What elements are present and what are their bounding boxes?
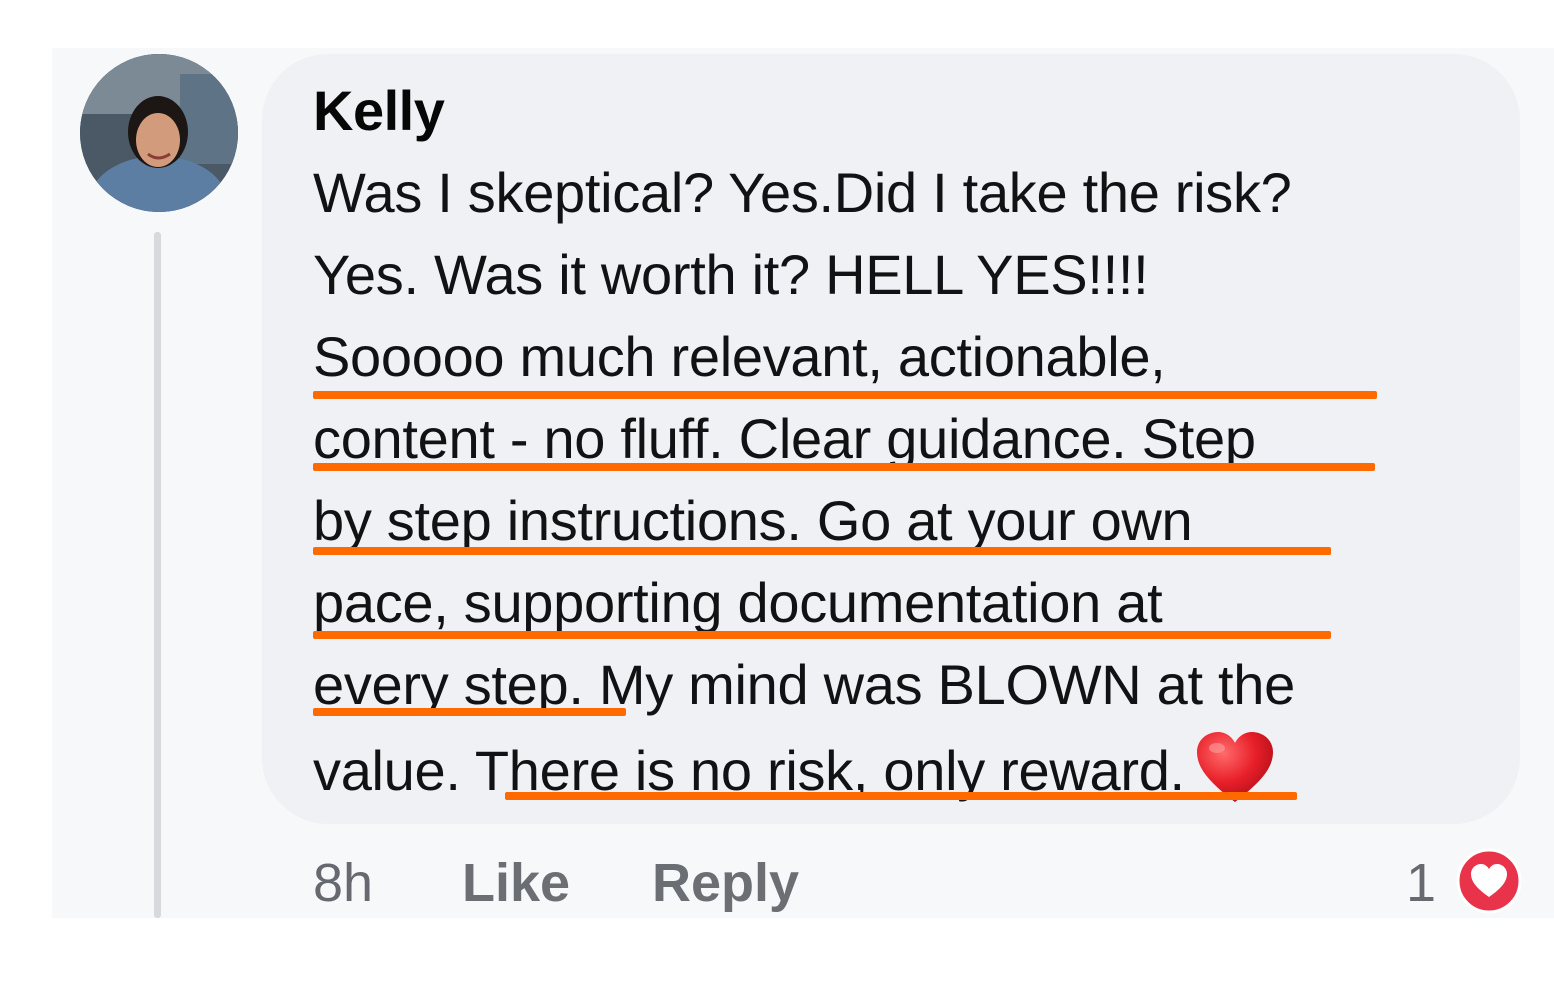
- highlight-underline: [313, 631, 1331, 639]
- love-reaction-icon[interactable]: [1456, 848, 1522, 914]
- thread-line: [154, 232, 161, 918]
- highlight-underline: [313, 708, 626, 716]
- reply-button[interactable]: Reply: [652, 852, 799, 914]
- comment-text-line-last: value. There is no risk, only reward.: [313, 730, 1275, 817]
- comment-author[interactable]: Kelly: [313, 78, 445, 143]
- comment-text-line: pace, supporting documentation at: [313, 571, 1163, 634]
- reaction-count[interactable]: 1: [1406, 852, 1436, 914]
- comment-text-line: content - no fluff. Clear guidance. Step: [313, 407, 1256, 470]
- comment-timestamp[interactable]: 8h: [313, 852, 373, 914]
- comment-text-line: Sooooo much relevant, actionable,: [313, 325, 1166, 388]
- red-heart-emoji-icon: [1195, 730, 1275, 817]
- highlight-underline: [313, 391, 1377, 399]
- comment-text-line: by step instructions. Go at your own: [313, 489, 1193, 552]
- like-button[interactable]: Like: [462, 852, 570, 914]
- highlight-underline: [313, 547, 1331, 555]
- highlight-underline: [505, 792, 1297, 800]
- avatar[interactable]: [80, 54, 238, 212]
- comment-text-line: Was I skeptical? Yes.Did I take the risk…: [313, 161, 1292, 224]
- highlight-underline: [313, 463, 1375, 471]
- comment-text-line: Yes. Was it worth it? HELL YES!!!!: [313, 243, 1149, 306]
